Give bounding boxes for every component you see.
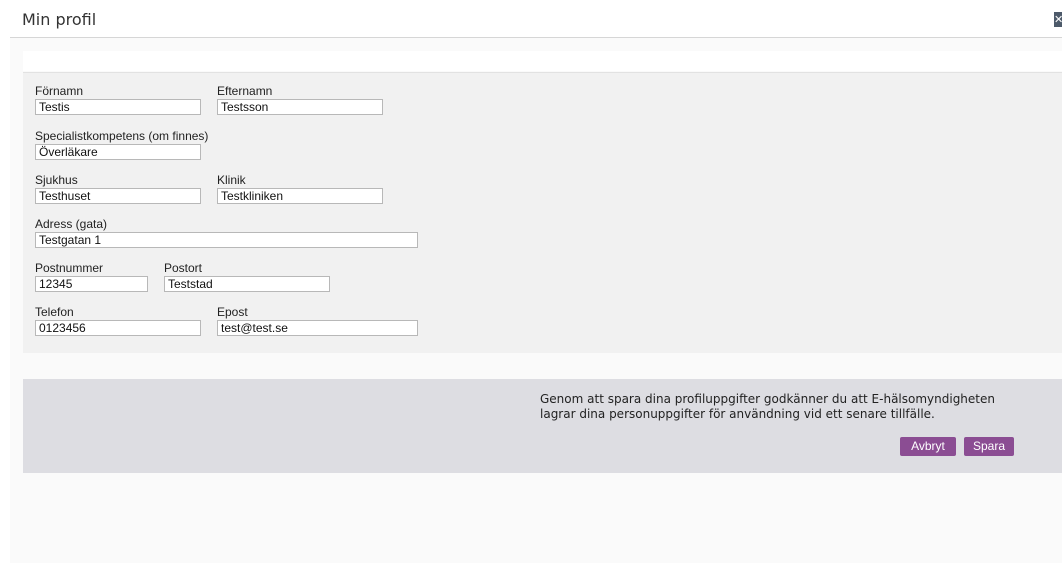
header-strip (23, 51, 1062, 71)
phone-label: Telefon (35, 305, 74, 319)
email-label: Epost (217, 305, 248, 319)
address-label: Adress (gata) (35, 217, 108, 231)
clinic-group: Klinik (217, 173, 383, 204)
last-name-field[interactable] (217, 99, 383, 115)
profile-form: Förnamn Efternamn Specialistkompetens (o… (23, 72, 1062, 353)
consent-text-line-2: lagrar dina personuppgifter för användni… (540, 407, 935, 421)
city-label: Postort (164, 261, 203, 275)
postal-code-group: Postnummer (35, 261, 148, 292)
city-field[interactable] (164, 276, 330, 292)
postal-code-field[interactable] (35, 276, 148, 292)
save-button[interactable]: Spara (964, 437, 1014, 456)
consent-text: Genom att spara dina profiluppgifter god… (540, 392, 1040, 422)
address-field[interactable] (35, 232, 418, 248)
address-group: Adress (gata) (35, 217, 418, 248)
specialty-field[interactable] (35, 144, 201, 160)
profile-dialog: Min profil ✕ Förnamn Efternamn Specialis… (0, 0, 1062, 563)
city-group: Postort (164, 261, 330, 292)
clinic-label: Klinik (217, 173, 246, 187)
dialog-content: Förnamn Efternamn Specialistkompetens (o… (10, 38, 1062, 563)
hospital-field[interactable] (35, 188, 201, 204)
specialty-group: Specialistkompetens (om finnes) (35, 129, 208, 160)
close-icon[interactable]: ✕ (1054, 12, 1062, 27)
phone-field[interactable] (35, 320, 201, 336)
cancel-button[interactable]: Avbryt (900, 437, 956, 456)
clinic-field[interactable] (217, 188, 383, 204)
consent-text-line-1: Genom att spara dina profiluppgifter god… (540, 392, 995, 406)
dialog-title: Min profil (22, 10, 97, 29)
first-name-field[interactable] (35, 99, 201, 115)
phone-group: Telefon (35, 305, 201, 336)
consent-panel: Genom att spara dina profiluppgifter god… (23, 379, 1062, 473)
dialog-title-bar: Min profil ✕ (10, 0, 1062, 38)
hospital-label: Sjukhus (35, 173, 78, 187)
first-name-group: Förnamn (35, 84, 201, 115)
last-name-label: Efternamn (217, 84, 273, 98)
last-name-group: Efternamn (217, 84, 383, 115)
hospital-group: Sjukhus (35, 173, 201, 204)
first-name-label: Förnamn (35, 84, 84, 98)
email-group: Epost (217, 305, 418, 336)
postal-code-label: Postnummer (35, 261, 104, 275)
specialty-label: Specialistkompetens (om finnes) (35, 129, 209, 143)
email-field[interactable] (217, 320, 418, 336)
